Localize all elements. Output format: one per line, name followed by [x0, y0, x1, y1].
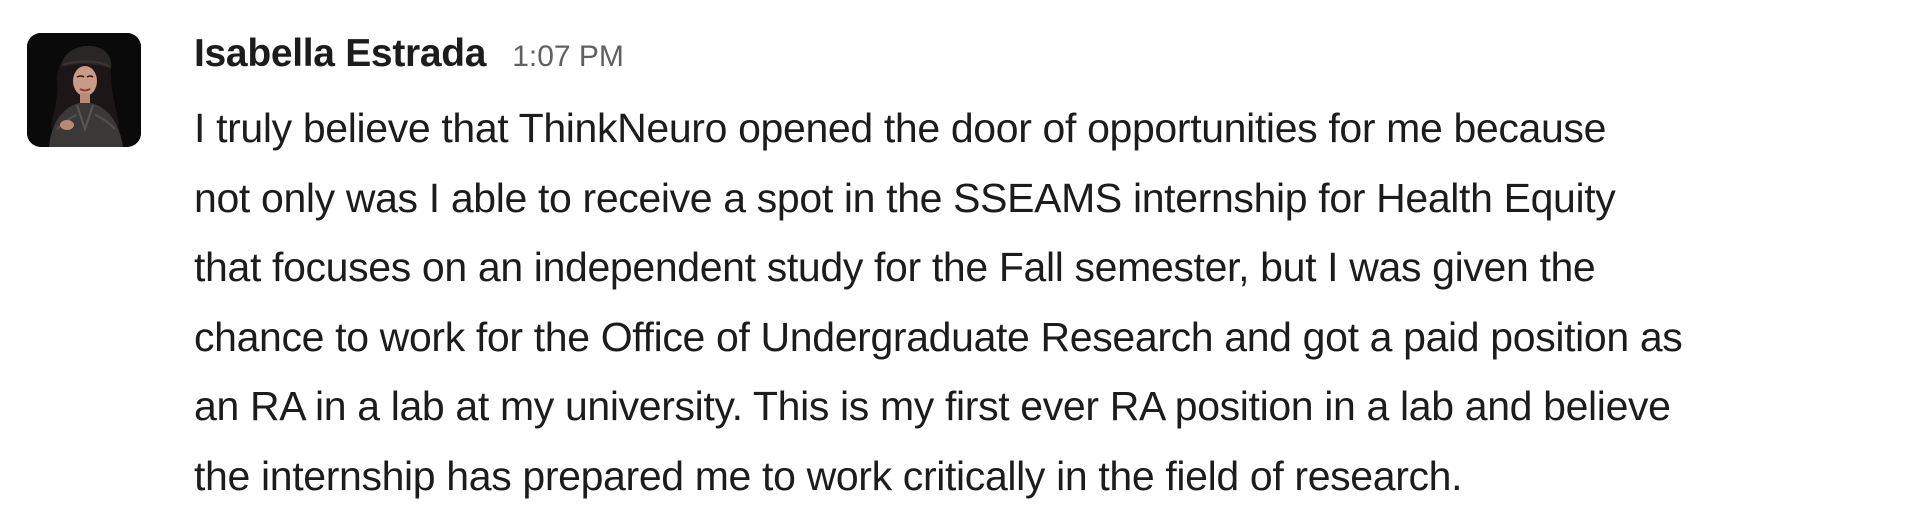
message-line: the internship has prepared me to work c… — [194, 452, 1463, 499]
sender-name[interactable]: Isabella Estrada — [194, 32, 487, 76]
message-header: Isabella Estrada 1:07 PM — [194, 32, 1907, 84]
avatar-photo — [27, 33, 141, 147]
message-line: chance to work for the Office of Undergr… — [194, 313, 1683, 360]
message-line: I truly believe that ThinkNeuro opened t… — [194, 105, 1607, 151]
message-line: an RA in a lab at my university. This is… — [194, 383, 1671, 429]
chat-message: Isabella Estrada 1:07 PM I truly believe… — [27, 32, 1907, 511]
message-body: I truly believe that ThinkNeuro opened t… — [194, 94, 1907, 511]
message-line: that focuses on an independent study for… — [194, 244, 1596, 290]
avatar[interactable] — [27, 33, 141, 147]
message-timestamp[interactable]: 1:07 PM — [512, 40, 624, 74]
message-line: not only was I able to receive a spot in… — [194, 174, 1616, 221]
message-content: Isabella Estrada 1:07 PM I truly believe… — [194, 32, 1907, 511]
